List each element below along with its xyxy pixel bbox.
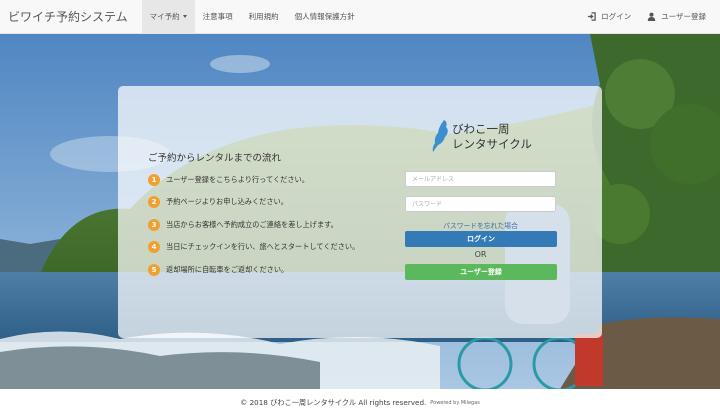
- email-input[interactable]: [405, 171, 556, 187]
- nav-my-reservations[interactable]: マイ予約: [141, 0, 195, 34]
- step-number-badge: 4: [148, 241, 160, 253]
- step-number-badge: 1: [148, 174, 160, 186]
- top-navbar: ビワイチ予約システム マイ予約 注意事項 利用規約 個人情報保護方針 ログイン …: [0, 0, 720, 34]
- nav-notes-label: 注意事項: [202, 12, 233, 21]
- nav-terms[interactable]: 利用規約: [241, 0, 287, 34]
- step-text: ユーザー登録をこちらより行ってください。: [166, 175, 309, 184]
- or-divider: OR: [474, 250, 487, 259]
- caret-down-icon: [182, 15, 187, 18]
- flow-title: ご予約からレンタルまでの流れ: [148, 153, 282, 164]
- nav-privacy-label: 個人情報保護方針: [294, 12, 355, 21]
- nav-login[interactable]: ログイン: [579, 0, 639, 34]
- step-number-badge: 5: [148, 264, 160, 276]
- step-text: 返却場所に自転車をご返却ください。: [166, 265, 289, 274]
- nav-register-label: ユーザー登録: [661, 12, 706, 21]
- logo-text-line1: びわこ一周: [452, 122, 510, 136]
- logo-text-line2: レンタサイクル: [452, 137, 532, 151]
- footer: © 2018 びわこ一周レンタサイクル All rights reserved.…: [0, 389, 720, 417]
- step-number-badge: 3: [148, 219, 160, 231]
- biwako-lake-logo-icon: [432, 120, 448, 152]
- nav-right: ログイン ユーザー登録: [579, 0, 714, 34]
- password-input[interactable]: [405, 196, 556, 212]
- flow-step: 5 返却場所に自転車をご返却ください。: [148, 263, 288, 277]
- step-number-badge: 2: [148, 196, 160, 208]
- flow-step: 4 当日にチェックインを行い、旅へとスタートしてください。: [148, 240, 359, 254]
- footer-copyright: © 2018 びわこ一周レンタサイクル All rights reserved.: [240, 398, 427, 407]
- nav-my-reservations-label: マイ予約: [149, 12, 180, 21]
- flow-step: 3 当店からお客様へ予約成立のご連絡を差し上げます。: [148, 218, 338, 232]
- nav-terms-label: 利用規約: [248, 12, 279, 21]
- user-icon: [647, 12, 656, 21]
- flow-step: 2 予約ページよりお申し込みください。: [148, 195, 288, 209]
- brand-title[interactable]: ビワイチ予約システム: [8, 8, 128, 25]
- content-panel: [118, 86, 602, 338]
- nav-privacy[interactable]: 個人情報保護方針: [287, 0, 363, 34]
- step-text: 予約ページよりお申し込みください。: [166, 197, 288, 206]
- flow-step: 1 ユーザー登録をこちらより行ってください。: [148, 173, 309, 187]
- nav-notes[interactable]: 注意事項: [195, 0, 241, 34]
- login-icon: [588, 12, 596, 21]
- nav-register[interactable]: ユーザー登録: [639, 0, 714, 34]
- step-text: 当店からお客様へ予約成立のご連絡を差し上げます。: [166, 220, 338, 229]
- nav-login-label: ログイン: [601, 12, 632, 21]
- login-button[interactable]: ログイン: [405, 231, 557, 247]
- forgot-password-link[interactable]: パスワードを忘れた場合: [405, 220, 556, 230]
- footer-powered-by[interactable]: Powered by Milegas: [430, 400, 480, 406]
- register-button[interactable]: ユーザー登録: [405, 264, 557, 280]
- step-text: 当日にチェックインを行い、旅へとスタートしてください。: [166, 242, 360, 251]
